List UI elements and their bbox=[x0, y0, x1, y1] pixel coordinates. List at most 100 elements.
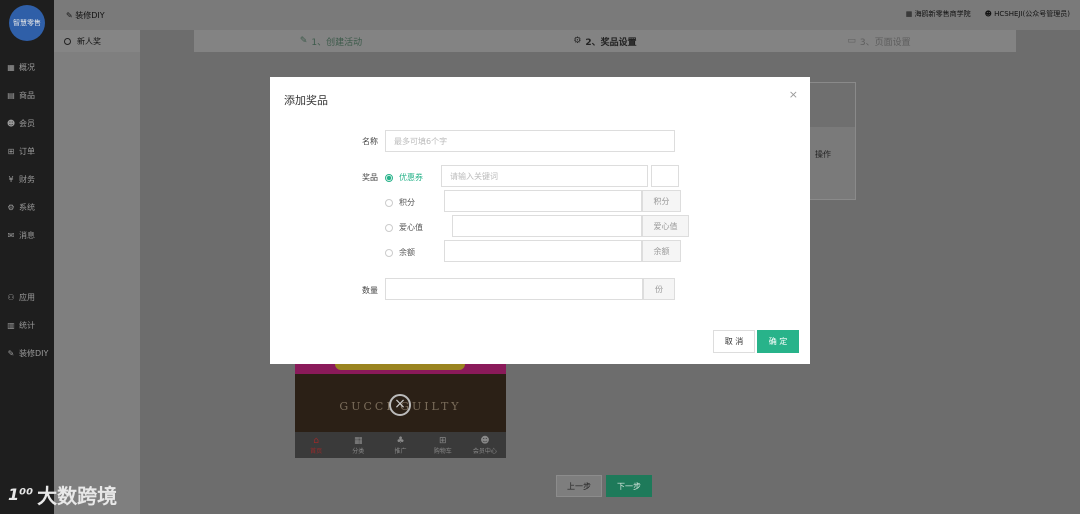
gear-icon: ⚙ bbox=[573, 36, 582, 46]
nav-label: 装修DIY bbox=[19, 348, 49, 358]
nav-item-orders[interactable]: ⊞ 订单 bbox=[0, 137, 54, 165]
nav-label: 会员 bbox=[19, 118, 35, 128]
tab-category: ▦ 分类 bbox=[337, 432, 379, 458]
preview-tabbar: ⌂ 首页 ▦ 分类 ♣ 推广 ⊞ 购物车 ☻ 会员中心 bbox=[295, 432, 506, 458]
tree-icon: ♣ bbox=[396, 435, 405, 446]
balance-input[interactable] bbox=[444, 240, 642, 262]
radio-love-value[interactable]: 爱心值 bbox=[385, 222, 423, 233]
preview-strip bbox=[335, 364, 465, 370]
quantity-input[interactable] bbox=[385, 278, 643, 300]
nav-item-stats[interactable]: ▥ 统计 bbox=[0, 311, 54, 339]
top-right: ▦ 海鸥新零售商学院 ☻ HCSHEJI(公众号管理员) bbox=[906, 9, 1070, 19]
page-title-text: 装修DIY bbox=[75, 11, 105, 20]
nav-item-finance[interactable]: ¥ 财务 bbox=[0, 165, 54, 193]
tab-home: ⌂ 首页 bbox=[295, 432, 337, 458]
nav-item-members[interactable]: ☻ 会员 bbox=[0, 109, 54, 137]
step-bar: ✎ 1、创建活动 ⚙ 2、奖品设置 ▭ 3、页面设置 bbox=[194, 30, 1016, 52]
quantity-addon: 份 bbox=[643, 278, 675, 300]
tab-label: 会员中心 bbox=[472, 447, 497, 455]
love-value-input[interactable] bbox=[452, 215, 642, 237]
wrench-icon: ✎ bbox=[66, 11, 76, 20]
points-addon: 积分 bbox=[642, 190, 681, 212]
radio-dot bbox=[385, 173, 393, 182]
users-icon: ☻ bbox=[6, 118, 16, 128]
subnav-label: 新人奖 bbox=[77, 36, 101, 46]
points-input[interactable] bbox=[444, 190, 642, 212]
tab-label: 推广 bbox=[394, 447, 407, 455]
nav-item-overview[interactable]: ▦ 概况 bbox=[0, 53, 54, 81]
nav-label: 概况 bbox=[19, 62, 35, 72]
coupon-keyword-input[interactable]: 请输入关键词 bbox=[441, 165, 648, 187]
radio-balance[interactable]: 余额 bbox=[385, 247, 415, 258]
prev-step-button[interactable]: 上一步 bbox=[556, 475, 602, 497]
step-prize-settings[interactable]: ⚙ 2、奖品设置 bbox=[468, 30, 742, 52]
nav-label: 应用 bbox=[19, 292, 35, 302]
cart-icon: ⊞ bbox=[7, 146, 15, 156]
tab-cart: ⊞ 购物车 bbox=[422, 432, 464, 458]
nav-label: 消息 bbox=[19, 230, 35, 240]
watermark-logo: 1⁰⁰ bbox=[8, 485, 34, 504]
radio-coupon[interactable]: 优惠券 bbox=[385, 172, 423, 183]
user-icon: ☻ bbox=[984, 10, 995, 18]
account-menu[interactable]: ☻ HCSHEJI(公众号管理员) bbox=[985, 9, 1070, 19]
nav-item-apps[interactable]: ⚇ 应用 bbox=[0, 283, 54, 311]
radio-dot bbox=[385, 198, 393, 207]
radio-label: 优惠券 bbox=[399, 173, 423, 182]
sidebar: 智慧零售 ▦ 概况 ▤ 商品 ☻ 会员 ⊞ 订单 ¥ 财务 ⚙ 系统 ✉ 消息 ⚇ 应用 ▥ 统计… bbox=[0, 0, 54, 514]
nav-label: 统计 bbox=[19, 320, 35, 330]
name-input[interactable]: 最多可填6个字 bbox=[385, 130, 675, 152]
next-step-button[interactable]: 下一步 bbox=[606, 475, 652, 497]
confirm-button[interactable]: 确 定 bbox=[757, 330, 799, 353]
phone-preview: GUCCI GUILTY × ⌂ 首页 ▦ 分类 ♣ 推广 ⊞ 购物车 ☻ 会员中心 bbox=[295, 364, 506, 458]
add-prize-modal: 添加奖品 × 名称 最多可填6个字 奖品 优惠券 请输入关键词 积分 积分 爱心… bbox=[270, 77, 810, 364]
sub-nav: 新人奖 bbox=[54, 30, 140, 514]
circle-icon bbox=[64, 37, 71, 45]
watermark-text: 大数跨境 bbox=[37, 484, 118, 508]
nav-label: 财务 bbox=[19, 174, 35, 184]
step-page-settings[interactable]: ▭ 3、页面设置 bbox=[742, 30, 1016, 52]
watermark: 1⁰⁰ 大数跨境 bbox=[8, 480, 117, 509]
cancel-button[interactable]: 取 消 bbox=[713, 330, 755, 353]
radio-label: 爱心值 bbox=[399, 223, 423, 232]
quantity-label: 数量 bbox=[362, 286, 378, 295]
nav-list: ▦ 概况 ▤ 商品 ☻ 会员 ⊞ 订单 ¥ 财务 ⚙ 系统 ✉ 消息 ⚇ 应用 ▥ 统计 ✎ 装修D… bbox=[0, 53, 54, 367]
tab-label: 分类 bbox=[352, 447, 365, 455]
coupon-select[interactable] bbox=[651, 165, 679, 187]
yen-icon: ¥ bbox=[8, 174, 14, 184]
logo[interactable]: 智慧零售 bbox=[9, 5, 45, 41]
nav-item-system[interactable]: ⚙ 系统 bbox=[0, 193, 54, 221]
radio-label: 积分 bbox=[399, 198, 415, 207]
step-label: 3、页面设置 bbox=[859, 37, 911, 48]
nav-item-goods[interactable]: ▤ 商品 bbox=[0, 81, 54, 109]
tab-label: 首页 bbox=[310, 447, 323, 455]
subnav-item-new-user-prize[interactable]: 新人奖 bbox=[54, 30, 140, 52]
balance-addon: 余额 bbox=[642, 240, 681, 262]
step-create-activity[interactable]: ✎ 1、创建活动 bbox=[194, 30, 468, 52]
love-value-addon: 爱心值 bbox=[642, 215, 689, 237]
nav-label: 商品 bbox=[19, 90, 35, 100]
chart-icon: ▦ bbox=[7, 62, 15, 72]
school-link[interactable]: ▦ 海鸥新零售商学院 bbox=[906, 9, 971, 19]
user-icon: ☻ bbox=[480, 435, 490, 446]
page-title: ✎ 装修DIY bbox=[66, 10, 105, 21]
operation-header: 操作 bbox=[815, 150, 831, 159]
chat-icon: ✉ bbox=[7, 230, 15, 240]
close-icon[interactable]: × bbox=[789, 88, 798, 101]
gear-icon: ⚙ bbox=[7, 202, 15, 212]
nav-gap bbox=[0, 249, 54, 283]
logo-text: 智慧零售 bbox=[13, 19, 41, 27]
account-name: HCSHEJI(公众号管理员) bbox=[994, 10, 1070, 18]
radio-points[interactable]: 积分 bbox=[385, 197, 415, 208]
nav-item-messages[interactable]: ✉ 消息 bbox=[0, 221, 54, 249]
cart-icon: ⊞ bbox=[438, 435, 447, 446]
radio-dot bbox=[385, 223, 393, 232]
grid-icon: ▦ bbox=[905, 10, 915, 18]
nav-label: 系统 bbox=[19, 202, 35, 212]
decorate-icon: ✎ bbox=[7, 348, 15, 358]
name-label: 名称 bbox=[362, 137, 378, 146]
top-bar: ✎ 装修DIY ▦ 海鸥新零售商学院 ☻ HCSHEJI(公众号管理员) bbox=[54, 0, 1080, 30]
apps-icon: ⚇ bbox=[7, 292, 15, 302]
nav-item-decorate[interactable]: ✎ 装修DIY bbox=[0, 339, 54, 367]
step-label: 1、创建活动 bbox=[311, 37, 363, 48]
close-circle-icon[interactable]: × bbox=[389, 394, 411, 416]
